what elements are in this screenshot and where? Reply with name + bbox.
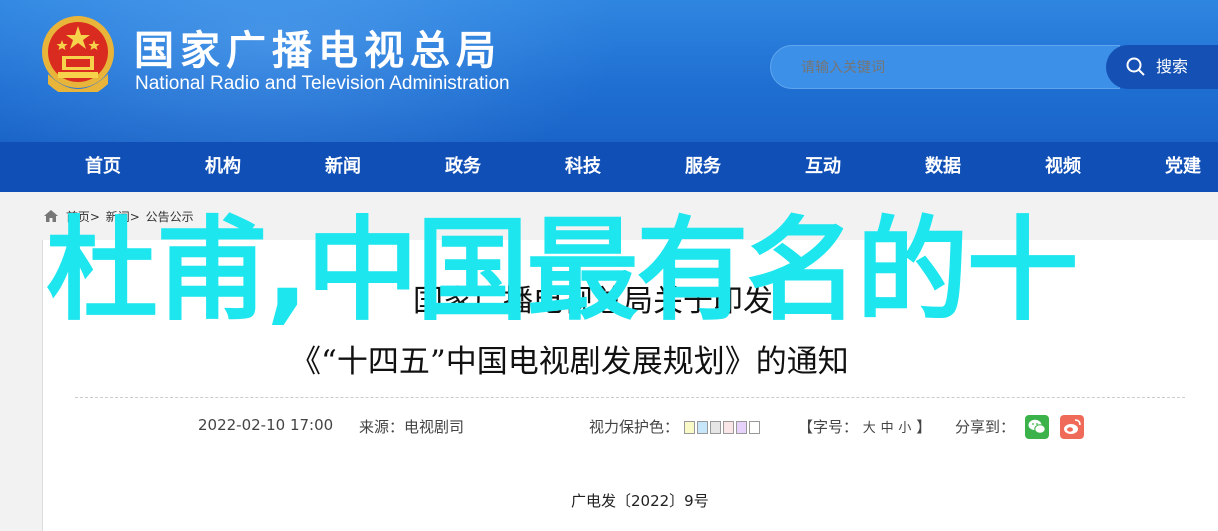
nav-item-tech[interactable]: 科技 bbox=[538, 142, 628, 192]
font-size-control: 【字号： 大 中 小 】 bbox=[798, 416, 931, 437]
article-title-line2: 《“十四五”中国电视剧发展规划》的通知 bbox=[290, 344, 849, 380]
font-size-medium[interactable]: 中 bbox=[881, 421, 894, 436]
site-header: 国家广播电视总局 National Radio and Television A… bbox=[0, 0, 1218, 142]
nav-item-interact[interactable]: 互动 bbox=[778, 142, 868, 192]
search-input[interactable] bbox=[770, 45, 1120, 89]
font-size-close: 】 bbox=[916, 418, 932, 436]
nav-item-news[interactable]: 新闻 bbox=[298, 142, 388, 192]
swatch-white[interactable] bbox=[748, 421, 760, 434]
swatch-pink[interactable] bbox=[722, 421, 734, 434]
search-icon bbox=[1126, 57, 1145, 76]
overlay-caption: 杜甫,中国最有名的十 bbox=[46, 206, 1079, 336]
nav-item-service[interactable]: 服务 bbox=[658, 142, 748, 192]
nav-item-party[interactable]: 党建 bbox=[1138, 142, 1218, 192]
search-button[interactable]: 搜索 bbox=[1106, 45, 1218, 89]
share-label: 分享到： bbox=[955, 418, 1016, 436]
article-source: 来源：电视剧司 bbox=[359, 418, 465, 436]
font-size-large[interactable]: 大 bbox=[863, 421, 876, 436]
swatch-gray[interactable] bbox=[709, 421, 721, 434]
nav-item-org[interactable]: 机构 bbox=[178, 142, 268, 192]
main-nav: 首页 机构 新闻 政务 科技 服务 互动 数据 视频 党建 bbox=[0, 142, 1218, 192]
font-size-small[interactable]: 小 bbox=[898, 421, 911, 436]
national-emblem-icon bbox=[42, 16, 114, 92]
site-title-cn: 国家广播电视总局 bbox=[134, 27, 502, 74]
vision-protect-control: 视力保护色： bbox=[589, 416, 762, 437]
wechat-share-icon[interactable] bbox=[1025, 415, 1049, 439]
publish-date: 2022-02-10 17:00 bbox=[198, 416, 334, 434]
font-size-label: 【字号： bbox=[798, 418, 859, 436]
site-title-en: National Radio and Television Administra… bbox=[135, 73, 510, 94]
weibo-share-icon[interactable] bbox=[1060, 415, 1084, 439]
swatch-yellow[interactable] bbox=[683, 421, 695, 434]
nav-item-data[interactable]: 数据 bbox=[898, 142, 988, 192]
swatch-purple[interactable] bbox=[735, 421, 747, 434]
nav-item-video[interactable]: 视频 bbox=[1018, 142, 1108, 192]
meta-divider bbox=[75, 397, 1185, 398]
search-bar: 搜索 bbox=[770, 45, 1218, 89]
document-number: 广电发〔2022〕9号 bbox=[571, 492, 709, 510]
nav-item-home[interactable]: 首页 bbox=[58, 142, 148, 192]
nav-item-affairs[interactable]: 政务 bbox=[418, 142, 508, 192]
search-button-label: 搜索 bbox=[1156, 57, 1189, 76]
vision-protect-label: 视力保护色： bbox=[589, 418, 680, 436]
swatch-blue[interactable] bbox=[696, 421, 708, 434]
